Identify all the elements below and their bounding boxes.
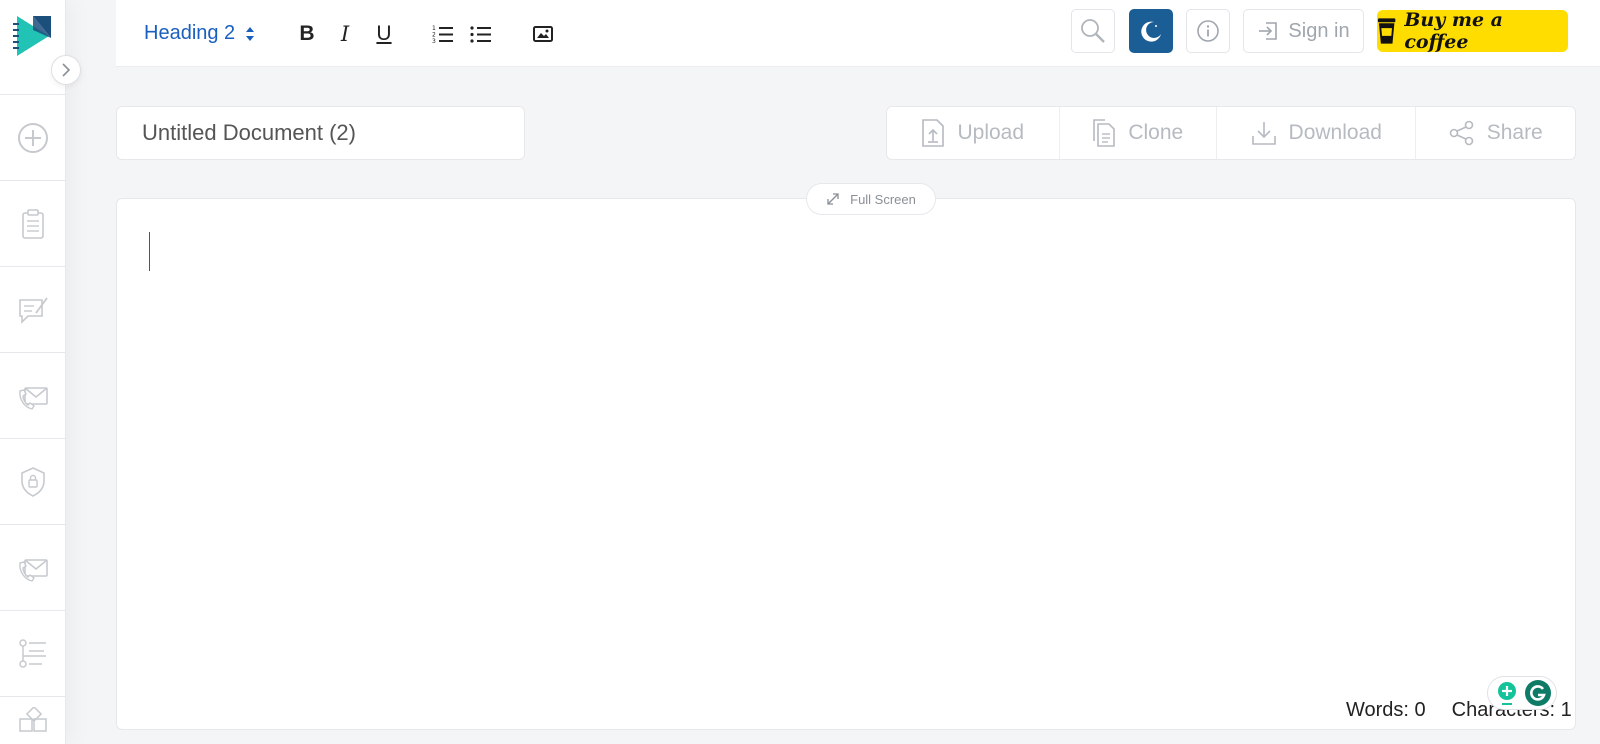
share-button[interactable]: Share bbox=[1416, 107, 1575, 159]
full-screen-button[interactable]: Full Screen bbox=[806, 183, 936, 215]
coffee-cup-icon bbox=[1377, 18, 1396, 44]
phone-mail-icon bbox=[18, 386, 48, 410]
sidebar-item-feedback[interactable] bbox=[0, 267, 65, 353]
image-icon bbox=[533, 26, 553, 42]
shield-lock-icon bbox=[20, 466, 45, 497]
info-button[interactable] bbox=[1186, 9, 1230, 53]
document-title-field[interactable]: Untitled Document (2) bbox=[116, 106, 525, 160]
sidebar-collapse-toggle[interactable] bbox=[51, 55, 81, 85]
puzzle-icon bbox=[18, 707, 47, 732]
clone-button[interactable]: Clone bbox=[1060, 107, 1218, 159]
dark-mode-toggle[interactable] bbox=[1129, 9, 1173, 53]
sidebar-item-contact[interactable] bbox=[0, 353, 65, 439]
phone-mail-icon bbox=[18, 558, 48, 582]
insert-image-button[interactable] bbox=[530, 20, 556, 48]
word-count: Words: 0 bbox=[1346, 699, 1426, 721]
upload-button[interactable]: Upload bbox=[887, 107, 1060, 159]
sidebar-item-outline[interactable] bbox=[0, 611, 65, 697]
chevron-right-icon bbox=[62, 63, 71, 77]
clone-icon bbox=[1093, 119, 1116, 147]
svg-text:3: 3 bbox=[432, 38, 436, 44]
search-button[interactable] bbox=[1071, 9, 1115, 53]
download-icon bbox=[1251, 122, 1276, 145]
underline-button[interactable]: U bbox=[371, 20, 397, 48]
clipboard-icon bbox=[21, 208, 44, 239]
sidebar-item-new[interactable] bbox=[0, 95, 65, 181]
coffee-label: Buy me a coffee bbox=[1404, 9, 1503, 53]
sidebar-item-privacy[interactable] bbox=[0, 439, 65, 525]
italic-button[interactable]: I bbox=[332, 20, 358, 48]
sidebar-item-documents[interactable] bbox=[0, 181, 65, 267]
bullet-list-button[interactable] bbox=[468, 20, 494, 48]
info-icon bbox=[1197, 20, 1219, 42]
block-format-value: Heading 2 bbox=[144, 22, 236, 44]
ordered-list-icon: 1 2 3 bbox=[432, 25, 453, 44]
sign-in-button[interactable]: Sign in bbox=[1243, 9, 1364, 53]
clone-label: Clone bbox=[1128, 121, 1184, 144]
share-label: Share bbox=[1486, 121, 1543, 144]
editor-area[interactable] bbox=[116, 198, 1576, 730]
top-toolbar: Heading 2 B I U 1 2 3 Sign in Buy me a c… bbox=[116, 0, 1600, 67]
buy-me-a-coffee-button[interactable]: Buy me a coffee bbox=[1377, 9, 1568, 53]
text-caret bbox=[149, 232, 150, 271]
plus-circle-icon bbox=[17, 122, 48, 153]
comment-edit-icon bbox=[18, 296, 48, 324]
document-actions: Upload Clone Download Share bbox=[886, 106, 1576, 160]
upload-icon bbox=[922, 119, 945, 147]
block-format-select[interactable]: Heading 2 bbox=[144, 22, 255, 45]
ordered-list-button[interactable]: 1 2 3 bbox=[430, 20, 456, 48]
download-label: Download bbox=[1288, 121, 1382, 144]
full-screen-label: Full Screen bbox=[850, 191, 916, 207]
bold-button[interactable]: B bbox=[294, 20, 320, 48]
sort-arrows-icon bbox=[246, 26, 255, 41]
app-logo-icon[interactable] bbox=[12, 14, 53, 58]
share-icon bbox=[1449, 120, 1474, 146]
sign-in-label: Sign in bbox=[1288, 19, 1350, 42]
grammarly-logo-icon bbox=[1525, 680, 1551, 706]
download-button[interactable]: Download bbox=[1217, 107, 1417, 159]
sign-in-icon bbox=[1259, 22, 1278, 40]
upload-label: Upload bbox=[957, 121, 1025, 144]
search-icon bbox=[1081, 19, 1105, 43]
sidebar-item-support[interactable] bbox=[0, 525, 65, 611]
bullet-list-icon bbox=[470, 26, 491, 43]
list-tree-icon bbox=[18, 638, 46, 668]
grammarly-suggestion-icon bbox=[1498, 682, 1516, 705]
sidebar bbox=[0, 0, 81, 744]
moon-icon bbox=[1141, 21, 1161, 42]
grammarly-widget[interactable] bbox=[1487, 676, 1557, 710]
expand-icon bbox=[827, 193, 839, 205]
sidebar-item-extensions[interactable] bbox=[0, 697, 65, 744]
